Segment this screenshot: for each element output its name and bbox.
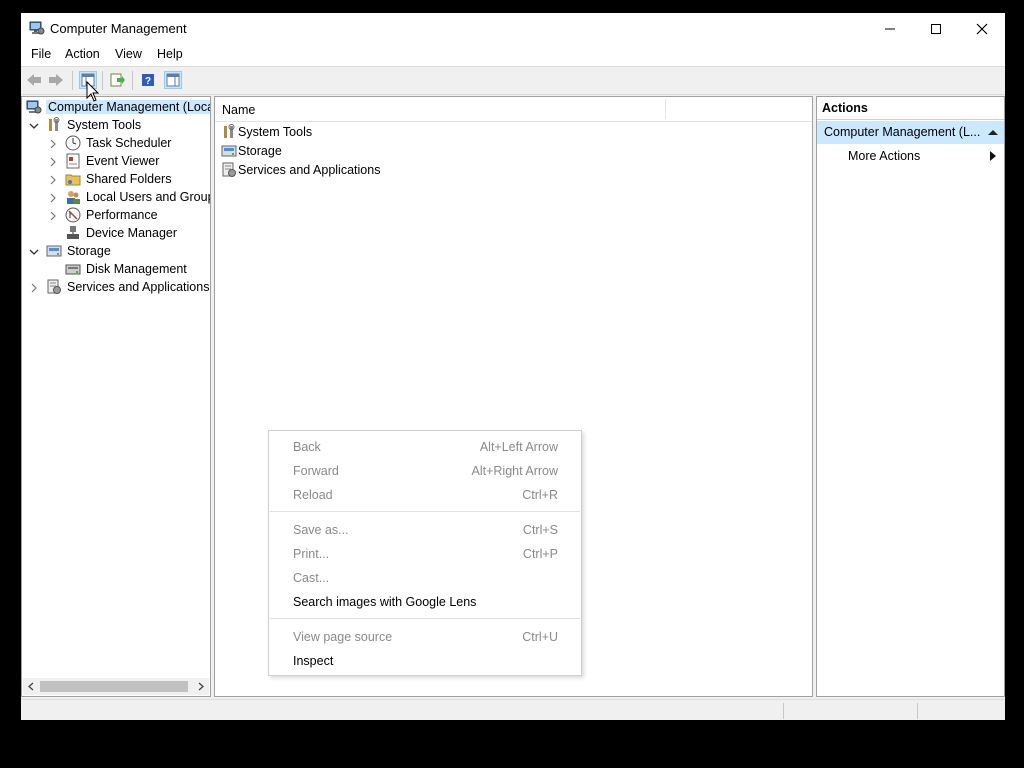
toolbar: ?	[21, 66, 1005, 95]
export-list-icon	[110, 73, 125, 87]
tree-item-storage[interactable]: Storage	[26, 242, 206, 260]
show-hide-action-pane-button[interactable]	[164, 71, 182, 89]
toolbar-separator	[102, 71, 103, 90]
back-icon	[27, 74, 41, 86]
menu-file[interactable]: File	[31, 47, 51, 61]
maximize-button[interactable]	[913, 13, 959, 44]
console-tree-pane: Computer Management (Local System Tools …	[21, 96, 211, 697]
services-applications-icon	[221, 162, 237, 178]
back-button[interactable]	[25, 71, 43, 89]
context-cast[interactable]: Cast...	[269, 567, 581, 591]
window-title: Computer Management	[50, 21, 187, 36]
tree-item-system-tools[interactable]: System Tools	[26, 116, 206, 134]
chevron-right-icon[interactable]	[29, 282, 39, 293]
tree-item-services-applications[interactable]: Services and Applications	[26, 278, 210, 296]
tree-item-task-scheduler[interactable]: Task Scheduler	[26, 134, 206, 152]
tree-item-event-viewer[interactable]: Event Viewer	[26, 152, 206, 170]
minimize-icon	[885, 28, 895, 29]
menu-view[interactable]: View	[115, 47, 142, 61]
system-tools-icon	[46, 117, 62, 133]
performance-icon	[65, 207, 81, 223]
computer-management-icon	[26, 99, 42, 115]
chevron-right-icon[interactable]	[48, 138, 58, 149]
tree-item-disk-management[interactable]: Disk Management	[26, 260, 206, 278]
collapse-up-icon[interactable]	[988, 129, 998, 136]
column-header: Name	[215, 97, 812, 122]
toolbar-separator	[72, 71, 73, 90]
context-forward[interactable]: Forward Alt+Right Arrow	[269, 460, 581, 484]
context-view-page-source[interactable]: View page source Ctrl+U	[269, 626, 581, 650]
task-scheduler-icon	[65, 135, 81, 151]
context-print[interactable]: Print... Ctrl+P	[269, 543, 581, 567]
system-tools-icon	[221, 124, 237, 140]
close-icon	[976, 23, 988, 34]
context-separator	[270, 511, 580, 512]
chevron-right-icon[interactable]	[48, 174, 58, 185]
export-list-button[interactable]	[109, 71, 127, 89]
device-manager-icon	[65, 225, 81, 241]
computer-management-app-icon	[29, 20, 45, 36]
users-icon	[65, 189, 81, 205]
context-search-google-lens[interactable]: Search images with Google Lens	[269, 591, 581, 615]
shared-folders-icon	[65, 171, 81, 187]
actions-pane: Actions Computer Management (L... More A…	[816, 96, 1005, 697]
chevron-right-icon[interactable]	[48, 192, 58, 203]
menu-bar: File Action View Help	[21, 44, 1005, 66]
chevron-down-icon[interactable]	[29, 246, 39, 256]
column-divider[interactable]	[665, 99, 666, 119]
status-divider	[917, 703, 918, 719]
chevron-right-icon[interactable]	[48, 156, 58, 167]
status-bar	[21, 699, 1005, 720]
title-bar[interactable]: Computer Management	[21, 13, 1005, 44]
context-back[interactable]: Back Alt+Left Arrow	[269, 436, 581, 460]
event-viewer-icon	[65, 153, 81, 169]
tree-horizontal-scrollbar[interactable]	[23, 678, 209, 695]
forward-icon	[49, 74, 63, 86]
action-pane-icon	[166, 73, 180, 87]
tree-item-local-users-groups[interactable]: Local Users and Groups	[26, 188, 210, 206]
toolbar-separator	[132, 71, 133, 90]
column-name-header[interactable]: Name	[222, 103, 255, 117]
minimize-button[interactable]	[867, 13, 913, 44]
more-actions-item[interactable]: More Actions	[817, 145, 1004, 167]
menu-help[interactable]: Help	[157, 47, 183, 61]
tree-item-performance[interactable]: Performance	[26, 206, 206, 224]
mouse-cursor-icon	[86, 81, 100, 102]
storage-icon	[221, 143, 237, 159]
context-save-as[interactable]: Save as... Ctrl+S	[269, 519, 581, 543]
scroll-right-icon[interactable]	[197, 682, 205, 691]
menu-action[interactable]: Action	[65, 47, 100, 61]
actions-section-computer-management[interactable]: Computer Management (L...	[817, 121, 1004, 144]
help-icon: ?	[142, 74, 154, 87]
help-button[interactable]: ?	[139, 71, 157, 89]
context-inspect[interactable]: Inspect	[269, 650, 581, 674]
actions-header: Actions	[817, 97, 1004, 120]
tree-item-device-manager[interactable]: Device Manager	[26, 224, 206, 242]
context-separator	[270, 618, 580, 619]
services-applications-icon	[46, 279, 62, 295]
disk-management-icon	[65, 261, 81, 277]
forward-button[interactable]	[47, 71, 65, 89]
tree-item-shared-folders[interactable]: Shared Folders	[26, 170, 206, 188]
svg-text:?: ?	[145, 76, 151, 87]
tree-item-computer-management[interactable]: Computer Management (Local	[26, 98, 210, 116]
status-divider	[783, 703, 784, 719]
chevron-down-icon[interactable]	[29, 120, 39, 130]
chevron-right-icon[interactable]	[48, 210, 58, 221]
scrollbar-thumb[interactable]	[40, 681, 188, 692]
scroll-left-icon[interactable]	[27, 682, 35, 691]
maximize-icon	[931, 23, 941, 34]
context-reload[interactable]: Reload Ctrl+R	[269, 484, 581, 508]
submenu-arrow-icon	[990, 151, 996, 161]
close-button[interactable]	[959, 13, 1005, 44]
storage-icon	[46, 243, 62, 259]
browser-context-menu: Back Alt+Left Arrow Forward Alt+Right Ar…	[268, 430, 582, 676]
